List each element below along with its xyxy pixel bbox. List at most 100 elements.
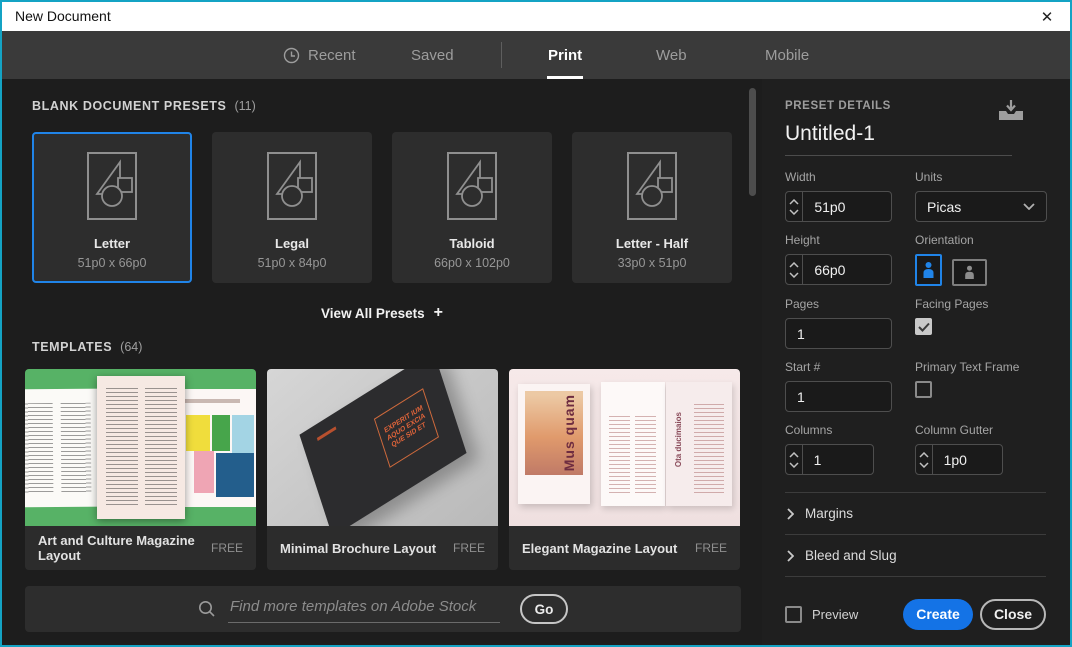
clock-icon	[283, 47, 300, 64]
chevron-up-icon	[789, 199, 799, 205]
blank-presets-heading-text: BLANK DOCUMENT PRESETS	[32, 99, 226, 113]
orientation-portrait-button[interactable]	[915, 254, 942, 286]
blank-document-icon	[87, 150, 137, 222]
height-stepper	[785, 254, 892, 285]
view-all-presets-label: View All Presets	[321, 306, 425, 321]
pages-label: Pages	[785, 297, 915, 311]
stepper-arrows[interactable]	[786, 255, 803, 284]
preset-dimensions: 33p0 x 51p0	[618, 256, 687, 270]
tab-print-label: Print	[548, 47, 582, 64]
chevron-right-icon	[787, 508, 794, 520]
spread-vertical-text: Ota ducimaios	[674, 412, 683, 467]
document-name-field[interactable]: Untitled-1	[785, 122, 875, 145]
create-button[interactable]: Create	[903, 599, 973, 630]
tab-mobile[interactable]: Mobile	[765, 31, 809, 79]
bleed-and-slug-section-label: Bleed and Slug	[805, 548, 897, 563]
template-name: Art and Culture Magazine Layout	[38, 533, 211, 563]
blank-presets-heading: BLANK DOCUMENT PRESETS (11)	[32, 99, 256, 113]
blank-document-icon	[627, 150, 677, 222]
tab-web-label: Web	[656, 47, 687, 64]
start-number-input[interactable]	[786, 389, 891, 405]
preset-card-letter-half[interactable]: Letter - Half 33p0 x 51p0	[572, 132, 732, 283]
close-icon[interactable]: ✕	[1024, 2, 1070, 31]
pages-field-group: Pages	[785, 297, 915, 349]
tab-recent[interactable]: Recent	[283, 31, 356, 79]
close-button[interactable]: Close	[980, 599, 1046, 630]
orientation-landscape-button[interactable]	[952, 259, 987, 286]
chevron-down-icon	[789, 209, 799, 215]
pages-input[interactable]	[786, 326, 891, 342]
column-gutter-stepper	[915, 444, 1003, 475]
column-gutter-input[interactable]	[933, 445, 1002, 474]
search-input[interactable]	[228, 596, 500, 623]
preset-card-letter[interactable]: Letter 51p0 x 66p0	[32, 132, 192, 283]
view-all-presets-button[interactable]: View All Presets +	[2, 304, 762, 322]
magazine-cover-title: Mus quam	[561, 394, 577, 471]
preset-dimensions: 66p0 x 102p0	[434, 256, 510, 270]
margins-section-label: Margins	[805, 506, 853, 521]
tab-bar: Recent Saved Print Web Mobile	[2, 31, 1070, 79]
preset-name: Letter - Half	[616, 236, 688, 251]
width-input[interactable]	[803, 192, 891, 221]
preview-checkbox[interactable]	[785, 606, 802, 623]
template-card-row: Art and Culture Magazine Layout FREE EXP…	[25, 369, 740, 570]
primary-text-frame-checkbox[interactable]	[915, 381, 932, 398]
tab-saved[interactable]: Saved	[411, 31, 454, 79]
units-dropdown[interactable]: Picas	[915, 191, 1047, 222]
chevron-down-icon	[789, 272, 799, 278]
facing-pages-label: Facing Pages	[915, 297, 1048, 311]
scrollbar-thumb[interactable]	[749, 88, 756, 196]
landscape-person-icon	[964, 265, 975, 280]
check-icon	[918, 322, 930, 332]
go-button[interactable]: Go	[520, 594, 568, 624]
columns-label: Columns	[785, 423, 915, 437]
orientation-label: Orientation	[915, 233, 1048, 247]
preset-dimensions: 51p0 x 66p0	[78, 256, 147, 270]
preset-dimensions: 51p0 x 84p0	[258, 256, 327, 270]
new-document-dialog: New Document ✕ Recent Saved Print Web Mo…	[0, 0, 1072, 647]
template-card-minimal-brochure[interactable]: EXPERIT IUM AQUO EXCIA QUE SID ET Minima…	[267, 369, 498, 570]
preset-name: Tabloid	[449, 236, 494, 251]
document-name-row: Untitled-1	[785, 122, 1012, 156]
blank-presets-count: (11)	[234, 99, 255, 113]
template-thumbnail	[25, 369, 256, 526]
facing-pages-field-group: Facing Pages	[915, 297, 1048, 349]
margins-section-toggle[interactable]: Margins	[785, 493, 1046, 534]
preset-card-tabloid[interactable]: Tabloid 66p0 x 102p0	[392, 132, 552, 283]
facing-pages-checkbox[interactable]	[915, 318, 932, 335]
width-label: Width	[785, 170, 915, 184]
stepper-arrows[interactable]	[786, 192, 803, 221]
chevron-down-icon	[789, 462, 799, 468]
preset-card-legal[interactable]: Legal 51p0 x 84p0	[212, 132, 372, 283]
tab-print[interactable]: Print	[548, 31, 582, 79]
stepper-arrows[interactable]	[916, 445, 933, 474]
free-badge: FREE	[211, 541, 243, 555]
orientation-field-group: Orientation	[915, 233, 1048, 286]
template-card-elegant-magazine[interactable]: Mus quam Ota ducimaios Elegant Magazine …	[509, 369, 740, 570]
chevron-down-icon	[919, 462, 929, 468]
template-name: Elegant Magazine Layout	[522, 541, 677, 556]
presets-and-templates-area: BLANK DOCUMENT PRESETS (11) Letter 51p0 x…	[2, 79, 762, 645]
width-field-group: Width	[785, 170, 915, 222]
start-number-label: Start #	[785, 360, 915, 374]
stepper-arrows[interactable]	[786, 445, 803, 474]
blank-document-icon	[267, 150, 317, 222]
preset-name: Letter	[94, 236, 130, 251]
chevron-up-icon	[789, 262, 799, 268]
primary-text-frame-label: Primary Text Frame	[915, 360, 1048, 374]
chevron-up-icon	[789, 452, 799, 458]
save-preset-icon[interactable]	[998, 99, 1024, 121]
tab-divider	[501, 42, 502, 68]
start-number-field	[785, 381, 892, 412]
units-label: Units	[915, 170, 1048, 184]
bleed-and-slug-section-toggle[interactable]: Bleed and Slug	[785, 535, 1046, 576]
tab-web[interactable]: Web	[656, 31, 687, 79]
preset-details-panel: PRESET DETAILS Untitled-1 Width	[762, 79, 1070, 645]
chevron-up-icon	[919, 452, 929, 458]
height-input[interactable]	[803, 255, 891, 284]
collapsible-sections: Margins Bleed and Slug	[785, 492, 1046, 577]
units-field-group: Units Picas	[915, 170, 1048, 222]
template-card-art-culture[interactable]: Art and Culture Magazine Layout FREE	[25, 369, 256, 570]
columns-input[interactable]	[803, 445, 873, 474]
search-icon	[198, 600, 216, 618]
